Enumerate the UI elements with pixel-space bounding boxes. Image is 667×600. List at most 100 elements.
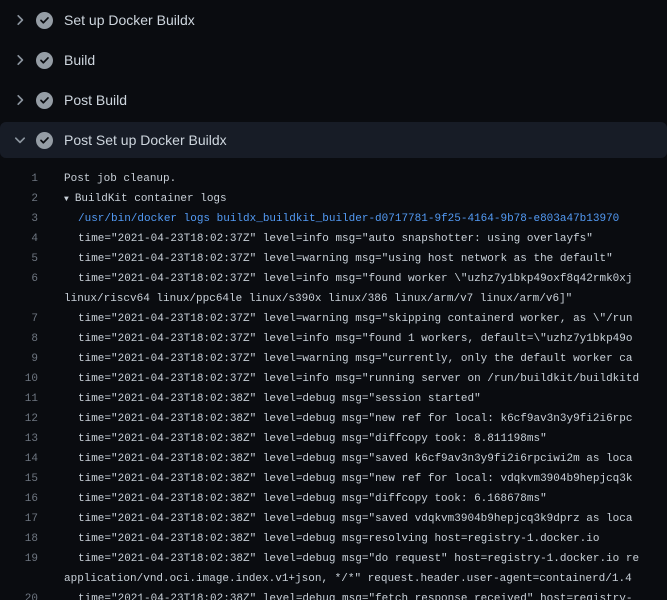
log-line-text: ▼time="2021-04-23T18:02:37Z" level=warni… xyxy=(38,309,667,329)
step-row-set-up-docker-buildx[interactable]: Set up Docker Buildx xyxy=(0,0,667,40)
step-list: Set up Docker Buildx Build Post Build xyxy=(0,0,667,158)
line-number-link[interactable]: 16 xyxy=(0,489,38,509)
log-line-text: ▼time="2021-04-23T18:02:38Z" level=debug… xyxy=(38,449,667,469)
log-line-message: time="2021-04-23T18:02:37Z" level=info m… xyxy=(78,373,639,385)
log-line: 10 ▼time="2021-04-23T18:02:37Z" level=in… xyxy=(0,369,667,389)
log-line: 20 ▼time="2021-04-23T18:02:38Z" level=de… xyxy=(0,589,667,600)
log-line-text: ▼time="2021-04-23T18:02:38Z" level=debug… xyxy=(38,469,667,489)
log-line-message: time="2021-04-23T18:02:38Z" level=debug … xyxy=(78,513,633,525)
log-line: 4 ▼time="2021-04-23T18:02:37Z" level=inf… xyxy=(0,229,667,249)
log-line: 7 ▼time="2021-04-23T18:02:37Z" level=war… xyxy=(0,309,667,329)
log-line-message: /usr/bin/docker logs buildx_buildkit_bui… xyxy=(78,213,619,225)
log-line: 18 ▼time="2021-04-23T18:02:38Z" level=de… xyxy=(0,529,667,549)
line-number-link[interactable]: 5 xyxy=(0,249,38,269)
line-number-link[interactable]: 14 xyxy=(0,449,38,469)
line-number-link xyxy=(0,569,38,589)
log-line-message: time="2021-04-23T18:02:38Z" level=debug … xyxy=(78,433,547,445)
step-label: Build xyxy=(64,52,95,68)
log-line-text: ▼time="2021-04-23T18:02:38Z" level=debug… xyxy=(38,429,667,449)
line-number-link[interactable]: 8 xyxy=(0,329,38,349)
log-line: 15 ▼time="2021-04-23T18:02:38Z" level=de… xyxy=(0,469,667,489)
log-line-message: time="2021-04-23T18:02:38Z" level=debug … xyxy=(78,493,547,505)
check-circle-icon xyxy=(36,52,53,69)
log-line: 6 ▼time="2021-04-23T18:02:37Z" level=inf… xyxy=(0,269,667,289)
log-line-message: time="2021-04-23T18:02:37Z" level=info m… xyxy=(78,273,633,285)
line-number-link[interactable]: 1 xyxy=(0,169,38,189)
log-line-message: time="2021-04-23T18:02:38Z" level=debug … xyxy=(78,593,633,600)
line-number-link[interactable]: 3 xyxy=(0,209,38,229)
line-number-link[interactable]: 2 xyxy=(0,189,38,209)
log-line: 17 ▼time="2021-04-23T18:02:38Z" level=de… xyxy=(0,509,667,529)
log-continuation-line: ▼linux/riscv64 linux/ppc64le linux/s390x… xyxy=(0,289,667,309)
log-line-message: BuildKit container logs xyxy=(75,193,227,205)
chevron-right-icon xyxy=(12,92,28,108)
log-line-message: time="2021-04-23T18:02:37Z" level=warnin… xyxy=(78,253,613,265)
log-line: 19 ▼time="2021-04-23T18:02:38Z" level=de… xyxy=(0,549,667,569)
chevron-right-icon xyxy=(12,12,28,28)
log-line-text: ▼time="2021-04-23T18:02:38Z" level=debug… xyxy=(38,589,667,600)
actions-log-panel: Set up Docker Buildx Build Post Build xyxy=(0,0,667,600)
line-number-link[interactable]: 17 xyxy=(0,509,38,529)
log-line-text: ▼time="2021-04-23T18:02:37Z" level=warni… xyxy=(38,349,667,369)
chevron-right-icon xyxy=(12,52,28,68)
line-number-link[interactable]: 4 xyxy=(0,229,38,249)
log-line-text: ▼time="2021-04-23T18:02:38Z" level=debug… xyxy=(38,389,667,409)
line-number-link[interactable]: 11 xyxy=(0,389,38,409)
step-label: Post Set up Docker Buildx xyxy=(64,132,227,148)
log-line-text: ▼Post job cleanup. xyxy=(38,169,667,189)
log-line-message: time="2021-04-23T18:02:38Z" level=debug … xyxy=(78,553,639,565)
log-line-message: time="2021-04-23T18:02:38Z" level=debug … xyxy=(78,533,600,545)
line-number-link[interactable]: 20 xyxy=(0,589,38,600)
log-line-message: linux/riscv64 linux/ppc64le linux/s390x … xyxy=(64,293,572,305)
log-line-text: ▼time="2021-04-23T18:02:37Z" level=info … xyxy=(38,329,667,349)
log-line-message: time="2021-04-23T18:02:37Z" level=warnin… xyxy=(78,353,633,365)
step-label: Set up Docker Buildx xyxy=(64,12,195,28)
log-line-text: ▼time="2021-04-23T18:02:37Z" level=info … xyxy=(38,269,667,289)
log-line-text: ▼time="2021-04-23T18:02:38Z" level=debug… xyxy=(38,409,667,429)
log-line-text: ▼time="2021-04-23T18:02:37Z" level=info … xyxy=(38,369,667,389)
line-number-link[interactable]: 6 xyxy=(0,269,38,289)
log-line-text: ▼time="2021-04-23T18:02:38Z" level=debug… xyxy=(38,509,667,529)
line-number-link[interactable]: 15 xyxy=(0,469,38,489)
chevron-down-icon xyxy=(12,132,28,148)
line-number-link[interactable]: 18 xyxy=(0,529,38,549)
log-line-text: ▼time="2021-04-23T18:02:38Z" level=debug… xyxy=(38,529,667,549)
log-line-message: time="2021-04-23T18:02:38Z" level=debug … xyxy=(78,393,481,405)
line-number-link xyxy=(0,289,38,309)
line-number-link[interactable]: 7 xyxy=(0,309,38,329)
log-continuation-line: ▼application/vnd.oci.image.index.v1+json… xyxy=(0,569,667,589)
line-number-link[interactable]: 19 xyxy=(0,549,38,569)
step-row-post-build[interactable]: Post Build xyxy=(0,80,667,120)
line-number-link[interactable]: 9 xyxy=(0,349,38,369)
triangle-down-icon: ▼ xyxy=(64,195,69,204)
check-circle-icon xyxy=(36,132,53,149)
step-row-post-set-up-docker-buildx[interactable]: Post Set up Docker Buildx xyxy=(0,122,667,158)
log-line-text: ▼time="2021-04-23T18:02:37Z" level=info … xyxy=(38,229,667,249)
log-area: 1 ▼Post job cleanup. 2 ▼ BuildKit contain… xyxy=(0,160,667,600)
log-line: 9 ▼time="2021-04-23T18:02:37Z" level=war… xyxy=(0,349,667,369)
log-line-text: ▼time="2021-04-23T18:02:38Z" level=debug… xyxy=(38,489,667,509)
log-line: 16 ▼time="2021-04-23T18:02:38Z" level=de… xyxy=(0,489,667,509)
log-line: 1 ▼Post job cleanup. xyxy=(0,169,667,189)
line-number-link[interactable]: 12 xyxy=(0,409,38,429)
log-line-text: ▼time="2021-04-23T18:02:37Z" level=warni… xyxy=(38,249,667,269)
log-line-message: time="2021-04-23T18:02:38Z" level=debug … xyxy=(78,473,633,485)
log-line-message: Post job cleanup. xyxy=(64,173,176,185)
line-number-link[interactable]: 10 xyxy=(0,369,38,389)
log-line-text[interactable]: ▼ BuildKit container logs xyxy=(38,189,667,209)
log-line-message: application/vnd.oci.image.index.v1+json,… xyxy=(64,573,632,585)
log-line-message: time="2021-04-23T18:02:37Z" level=info m… xyxy=(78,333,633,345)
check-circle-icon xyxy=(36,12,53,29)
log-line: 5 ▼time="2021-04-23T18:02:37Z" level=war… xyxy=(0,249,667,269)
log-line: 8 ▼time="2021-04-23T18:02:37Z" level=inf… xyxy=(0,329,667,349)
log-line-message: time="2021-04-23T18:02:37Z" level=warnin… xyxy=(78,313,633,325)
line-number-link[interactable]: 13 xyxy=(0,429,38,449)
log-line-text: ▼time="2021-04-23T18:02:38Z" level=debug… xyxy=(38,549,667,569)
log-line: 13 ▼time="2021-04-23T18:02:38Z" level=de… xyxy=(0,429,667,449)
step-label: Post Build xyxy=(64,92,127,108)
log-line-message: time="2021-04-23T18:02:38Z" level=debug … xyxy=(78,453,633,465)
log-line-message: time="2021-04-23T18:02:37Z" level=info m… xyxy=(78,233,593,245)
log-line: 11 ▼time="2021-04-23T18:02:38Z" level=de… xyxy=(0,389,667,409)
step-row-build[interactable]: Build xyxy=(0,40,667,80)
log-group-line: 2 ▼ BuildKit container logs xyxy=(0,189,667,209)
